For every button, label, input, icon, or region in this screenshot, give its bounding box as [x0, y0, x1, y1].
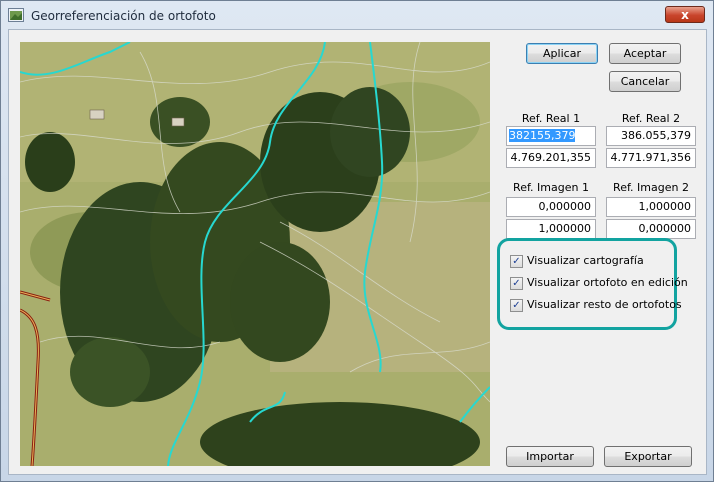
checkbox-show-cartography[interactable]: ✓ — [510, 255, 523, 268]
title-bar[interactable]: Georreferenciación de ortofoto x — [1, 1, 713, 29]
orthophoto-view[interactable] — [20, 42, 490, 466]
option-label: Visualizar ortofoto en edición — [527, 276, 688, 289]
app-icon — [8, 8, 24, 22]
dialog-window: Georreferenciación de ortofoto x Aplicar… — [0, 0, 714, 482]
display-options-group: ✓ Visualizar cartografía ✓ Visualizar or… — [497, 238, 688, 330]
apply-button[interactable]: Aplicar — [526, 43, 598, 64]
cancel-button[interactable]: Cancelar — [609, 71, 681, 92]
ref-image-2-x-field[interactable]: 1,000000 — [606, 197, 696, 217]
export-button[interactable]: Exportar — [604, 446, 692, 467]
option-label: Visualizar resto de ortofotos — [527, 298, 682, 311]
ref-real-2-x-field[interactable]: 386.055,379 — [606, 126, 696, 146]
checkbox-show-other-orthophotos[interactable]: ✓ — [510, 299, 523, 312]
ref-image-2-label: Ref. Imagen 2 — [613, 181, 689, 194]
ref-image-1-label: Ref. Imagen 1 — [513, 181, 589, 194]
option-label: Visualizar cartografía — [527, 254, 644, 267]
ref-image-2-y-field[interactable]: 0,000000 — [606, 219, 696, 239]
checkbox-show-orthophoto-editing[interactable]: ✓ — [510, 277, 523, 290]
ref-real-2-label: Ref. Real 2 — [621, 112, 681, 125]
ref-real-2-y-field[interactable]: 4.771.971,356 — [606, 148, 696, 168]
ref-image-1-x-field[interactable]: 0,000000 — [506, 197, 596, 217]
dialog-body: Aplicar Aceptar Cancelar Ref. Real 1 Ref… — [8, 29, 707, 475]
window-title: Georreferenciación de ortofoto — [31, 9, 216, 23]
ref-real-1-y-field[interactable]: 4.769.201,355 — [506, 148, 596, 168]
import-button[interactable]: Importar — [506, 446, 594, 467]
accept-button[interactable]: Aceptar — [609, 43, 681, 64]
ref-real-1-x-field[interactable]: 382155,379 — [506, 126, 596, 146]
close-button[interactable]: x — [665, 6, 705, 23]
ref-image-1-y-field[interactable]: 1,000000 — [506, 219, 596, 239]
ref-real-1-x-value: 382155,379 — [509, 129, 576, 142]
ref-real-1-label: Ref. Real 1 — [521, 112, 581, 125]
